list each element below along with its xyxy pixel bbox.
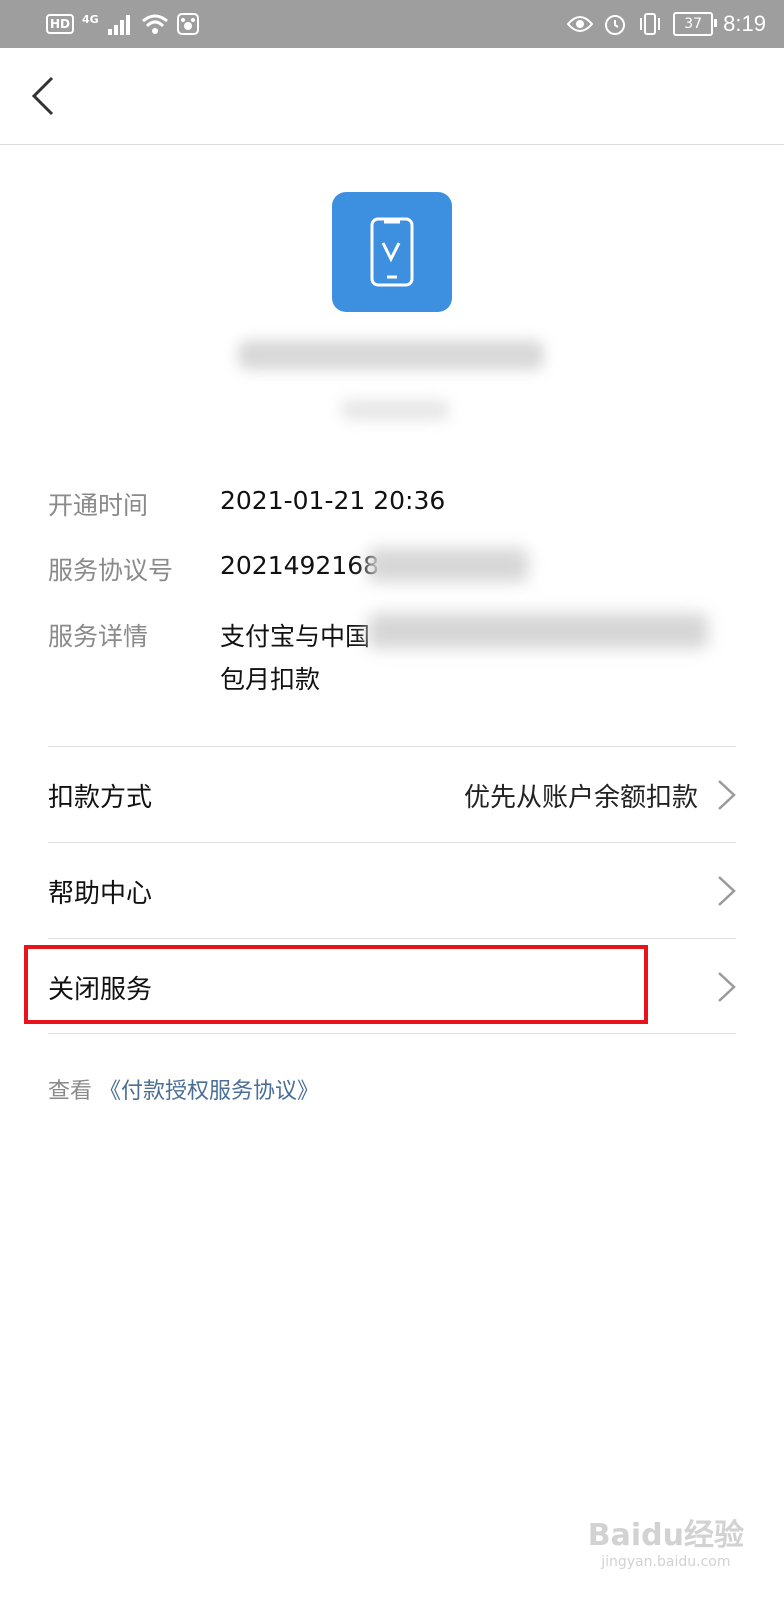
merchant-name-blurred [238,340,544,370]
back-button[interactable] [26,74,66,118]
service-detail-value-line2: 包月扣款 [220,665,321,694]
agreement-link[interactable]: 《付款授权服务协议》 [99,1079,319,1104]
open-time-value: 2021-01-21 20:36 [220,486,446,515]
help-center-label: 帮助中心 [48,879,153,909]
battery-icon: 37 [673,12,718,36]
open-time-label: 开通时间 [48,491,149,520]
eye-icon [567,16,594,32]
highlight-annotation [24,945,648,1024]
merchant-app-icon [332,192,452,312]
nav-bar [0,48,784,145]
status-left: HD 4G [46,10,199,38]
chevron-left-icon [31,76,54,116]
payment-method-label: 扣款方式 [48,783,153,813]
agreement-no-mask [368,548,528,582]
phone-v-icon [370,217,414,287]
chevron-right-icon [718,972,736,1002]
footer-prefix: 查看 [48,1079,93,1104]
clock: 8:19 [723,11,766,36]
alarm-icon [605,15,626,35]
help-center-row[interactable]: 帮助中心 [0,843,784,937]
chevron-right-icon [718,876,736,906]
payment-method-row[interactable]: 扣款方式 优先从账户余额扣款 [0,747,784,841]
signal-icon [107,15,130,35]
wifi-icon [141,14,168,34]
watermark-sub: jingyan.baidu.com [601,1554,731,1570]
status-bar: HD 4G 37 8:19 [0,0,784,48]
app-notification-icon [176,13,199,35]
battery-level: 37 [684,16,703,32]
agreement-no-value: 20214921​68 [220,551,380,580]
watermark-main: Baidu经验 [587,1518,744,1553]
merchant-subtitle-blurred [340,400,450,420]
divider [48,1033,736,1034]
baidu-watermark: Baidu经验 jingyan.baidu.com [588,1510,744,1570]
vibrate-icon [640,13,661,35]
network-label: 4G [82,12,99,26]
agreement-footer: 查看 《付款授权服务协议》 [48,1073,319,1105]
service-detail-label: 服务详情 [48,622,149,651]
payment-method-value: 优先从账户余额扣款 [463,783,698,813]
status-right: 37 8:19 [567,8,766,40]
service-detail-value-line1: 支付宝与中国 [220,622,371,651]
chevron-right-icon [718,780,736,810]
service-detail-mask [368,613,708,649]
hd-badge: HD [46,14,75,34]
agreement-no-label: 服务协议号 [48,556,174,585]
